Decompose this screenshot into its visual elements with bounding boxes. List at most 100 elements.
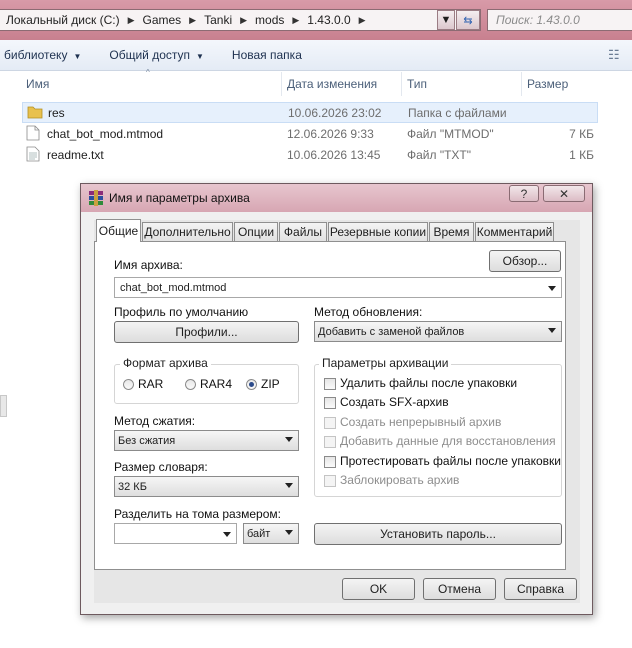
breadcrumb-separator-icon[interactable]: ▶ bbox=[357, 15, 368, 26]
chevron-down-icon bbox=[548, 328, 556, 333]
tab-advanced[interactable]: Дополнительно bbox=[142, 222, 233, 241]
radio-rar[interactable] bbox=[123, 379, 134, 390]
breadcrumb-item[interactable]: 1.43.0.0 bbox=[301, 13, 356, 27]
checkbox-recovery bbox=[324, 436, 336, 448]
profiles-button[interactable]: Профили... bbox=[114, 321, 299, 343]
file-row[interactable]: chat_bot_mod.mtmod 12.06.2026 9:33 Файл … bbox=[22, 123, 598, 144]
compression-value: Без сжатия bbox=[118, 434, 176, 447]
explorer-toolbar: библиотеку ▼ Общий доступ ▼ Новая папка ☷ bbox=[0, 40, 632, 71]
ok-button[interactable]: OK bbox=[342, 578, 415, 600]
help-button[interactable]: Справка bbox=[504, 578, 577, 600]
chevron-down-icon bbox=[285, 530, 293, 535]
breadcrumb-item[interactable]: Локальный диск (C:) bbox=[0, 13, 126, 27]
file-date: 10.06.2026 23:02 bbox=[288, 105, 382, 120]
navigation-pane-edge[interactable] bbox=[0, 395, 7, 417]
checkbox-lock bbox=[324, 475, 336, 487]
radio-rar4-label: RAR4 bbox=[200, 377, 233, 391]
tab-general[interactable]: Общие bbox=[96, 219, 141, 242]
toolbar-label: библиотеку bbox=[4, 48, 68, 62]
toolbar-new-folder-button[interactable]: Новая папка bbox=[232, 48, 302, 62]
file-name: readme.txt bbox=[47, 147, 104, 162]
set-password-button[interactable]: Установить пароль... bbox=[314, 523, 562, 545]
toolbar-label: Общий доступ bbox=[109, 48, 190, 62]
update-method-label: Метод обновления: bbox=[314, 305, 423, 319]
archive-name-value: chat_bot_mod.mtmod bbox=[120, 281, 227, 294]
file-icon bbox=[26, 125, 40, 141]
archive-name-label: Имя архива: bbox=[114, 258, 183, 272]
checkbox-solid bbox=[324, 417, 336, 429]
cancel-button[interactable]: Отмена bbox=[423, 578, 496, 600]
option-label: Заблокировать архив bbox=[340, 473, 460, 487]
column-type[interactable]: Тип bbox=[407, 77, 427, 91]
breadcrumb-separator-icon[interactable]: ▶ bbox=[238, 15, 249, 26]
file-name: res bbox=[48, 105, 65, 120]
checkbox-sfx[interactable] bbox=[324, 397, 336, 409]
address-bar[interactable]: Локальный диск (C:) ▶ Games ▶ Tanki ▶ mods ▶… bbox=[0, 9, 481, 31]
sort-arrow-icon: ^ bbox=[146, 68, 150, 77]
column-header: Имя ^ Дата изменения Тип Размер bbox=[0, 68, 632, 97]
chevron-down-icon[interactable] bbox=[548, 286, 556, 291]
breadcrumb-item[interactable]: mods bbox=[249, 13, 290, 27]
column-date[interactable]: Дата изменения bbox=[287, 77, 377, 91]
update-method-select[interactable]: Добавить с заменой файлов bbox=[314, 321, 562, 342]
radio-zip[interactable] bbox=[246, 379, 257, 390]
checkbox-delete-files[interactable] bbox=[324, 378, 336, 390]
tab-time[interactable]: Время bbox=[429, 222, 474, 241]
breadcrumb-item[interactable]: Games bbox=[136, 13, 187, 27]
radio-rar4[interactable] bbox=[185, 379, 196, 390]
option-label: Протестировать файлы после упаковки bbox=[340, 454, 561, 468]
compression-select[interactable]: Без сжатия bbox=[114, 430, 299, 451]
column-name[interactable]: Имя bbox=[26, 77, 49, 91]
split-unit-select[interactable]: байт bbox=[243, 523, 299, 544]
radio-zip-label: ZIP bbox=[261, 377, 280, 391]
column-size[interactable]: Размер bbox=[527, 77, 568, 91]
file-date: 12.06.2026 9:33 bbox=[287, 126, 374, 141]
dict-value: 32 КБ bbox=[118, 480, 147, 493]
toolbar-share-button[interactable]: Общий доступ ▼ bbox=[109, 48, 204, 62]
archive-dialog: Имя и параметры архива ? ✕ Общие Дополни… bbox=[80, 183, 593, 615]
split-unit-value: байт bbox=[247, 527, 271, 540]
file-type: Файл "TXT" bbox=[407, 147, 472, 162]
column-divider bbox=[401, 72, 402, 96]
breadcrumb-separator-icon[interactable]: ▶ bbox=[290, 15, 301, 26]
refresh-icon[interactable]: ⇆ bbox=[456, 10, 480, 30]
breadcrumb-separator-icon[interactable]: ▶ bbox=[126, 15, 137, 26]
view-options-icon[interactable]: ☷ bbox=[608, 47, 620, 63]
winrar-icon bbox=[89, 190, 103, 206]
dialog-title: Имя и параметры архива bbox=[109, 191, 250, 205]
browse-button[interactable]: Обзор... bbox=[489, 250, 561, 272]
tab-comment[interactable]: Комментарий bbox=[475, 222, 554, 241]
file-row[interactable]: readme.txt 10.06.2026 13:45 Файл "TXT" 1… bbox=[22, 144, 598, 165]
chevron-down-icon bbox=[285, 437, 293, 442]
option-label: Добавить данные для восстановления bbox=[340, 434, 556, 448]
chevron-down-icon[interactable] bbox=[223, 532, 231, 537]
tab-panel-general: Имя архива: Обзор... chat_bot_mod.mtmod … bbox=[94, 241, 566, 570]
close-icon[interactable]: ✕ bbox=[543, 185, 585, 202]
text-file-icon bbox=[26, 146, 40, 162]
file-name: chat_bot_mod.mtmod bbox=[47, 126, 164, 141]
tab-files[interactable]: Файлы bbox=[279, 222, 327, 241]
update-method-value: Добавить с заменой файлов bbox=[318, 325, 465, 338]
chevron-down-icon: ▼ bbox=[196, 52, 204, 61]
chevron-down-icon bbox=[285, 483, 293, 488]
file-size: 7 КБ bbox=[569, 126, 594, 141]
column-divider bbox=[281, 72, 282, 96]
archive-name-input[interactable]: chat_bot_mod.mtmod bbox=[114, 277, 562, 298]
tab-options[interactable]: Опции bbox=[234, 222, 278, 241]
toolbar-library-button[interactable]: библиотеку ▼ bbox=[4, 48, 81, 62]
dialog-titlebar[interactable]: Имя и параметры архива ? ✕ bbox=[81, 184, 592, 212]
address-dropdown-icon[interactable]: ▼ bbox=[437, 10, 455, 30]
help-title-button[interactable]: ? bbox=[509, 185, 539, 202]
file-row[interactable]: res 10.06.2026 23:02 Папка с файлами bbox=[22, 102, 598, 123]
chevron-down-icon: ▼ bbox=[73, 52, 82, 61]
file-date: 10.06.2026 13:45 bbox=[287, 147, 381, 162]
breadcrumb-separator-icon[interactable]: ▶ bbox=[187, 15, 198, 26]
column-divider bbox=[521, 72, 522, 96]
split-size-input[interactable] bbox=[114, 523, 237, 544]
option-label: Создать SFX-архив bbox=[340, 395, 449, 409]
dict-select[interactable]: 32 КБ bbox=[114, 476, 299, 497]
breadcrumb-item[interactable]: Tanki bbox=[198, 13, 238, 27]
search-input[interactable]: Поиск: 1.43.0.0 bbox=[487, 9, 632, 31]
checkbox-test[interactable] bbox=[324, 456, 336, 468]
tab-backup[interactable]: Резервные копии bbox=[328, 222, 428, 241]
